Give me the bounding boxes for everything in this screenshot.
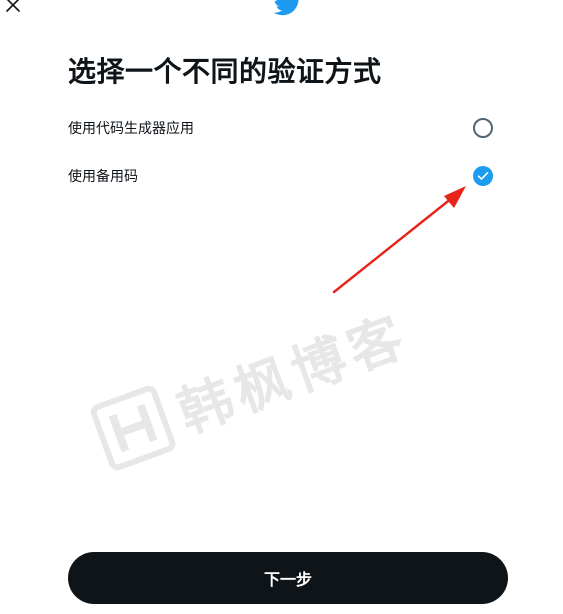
watermark-logo-icon bbox=[90, 385, 176, 470]
page-title: 选择一个不同的验证方式 bbox=[68, 55, 382, 88]
twitter-bird-icon bbox=[273, 0, 299, 16]
annotation-arrow bbox=[332, 186, 466, 294]
close-button[interactable] bbox=[2, 0, 24, 16]
checkmark-icon bbox=[477, 172, 489, 180]
option-label: 使用代码生成器应用 bbox=[68, 121, 194, 137]
watermark: 韩枫博客 bbox=[86, 292, 417, 477]
next-button[interactable]: 下一步 bbox=[68, 552, 508, 604]
close-icon bbox=[6, 0, 20, 12]
twitter-logo bbox=[273, 0, 302, 16]
option-backup-code[interactable]: 使用备用码 bbox=[68, 160, 494, 192]
option-label: 使用备用码 bbox=[68, 169, 138, 185]
radio-unchecked[interactable] bbox=[473, 118, 493, 138]
option-authenticator-app[interactable]: 使用代码生成器应用 bbox=[68, 112, 494, 144]
watermark-text: 韩枫博客 bbox=[169, 303, 417, 446]
radio-checked[interactable] bbox=[473, 166, 493, 186]
